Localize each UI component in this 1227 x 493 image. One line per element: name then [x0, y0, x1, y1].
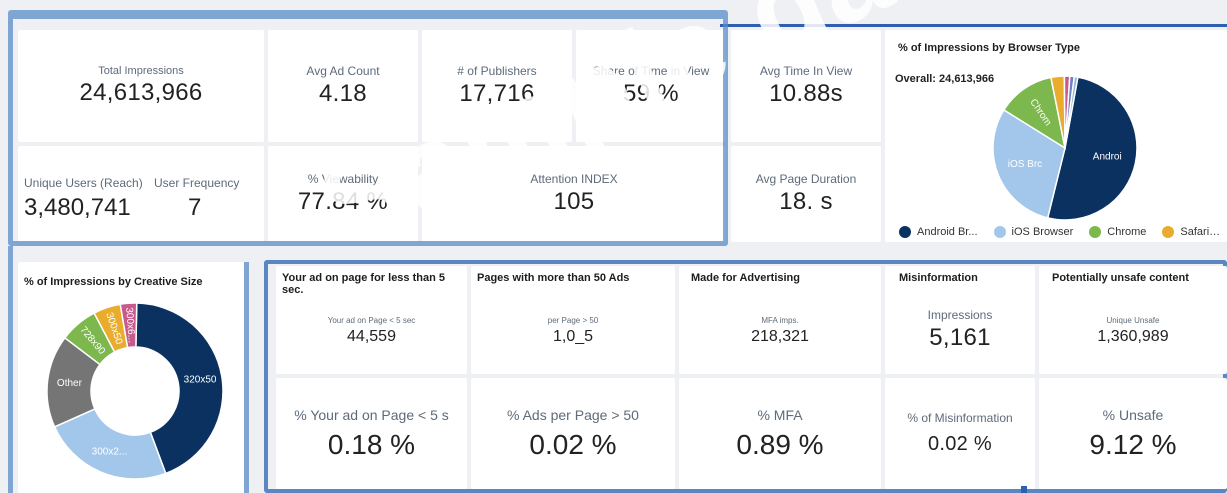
- legend-label: iOS Browser: [1011, 226, 1074, 238]
- card-small-label: per Page > 50: [547, 316, 599, 325]
- kpi-label: User Frequency: [154, 176, 240, 190]
- pct-label: % MFA: [757, 406, 803, 423]
- browser-legend: Android Br... iOS Browser Chrome Safari…: [899, 226, 1220, 238]
- pct-value: 9.12 %: [1089, 428, 1177, 460]
- kpi-avg-ad-count: Avg Ad Count 4.18: [268, 30, 418, 142]
- legend-label: Safari…: [1180, 226, 1221, 238]
- pct-value: 0.18 %: [327, 428, 416, 460]
- kpi-label: Total Impressions: [98, 65, 184, 77]
- pct-value: 0.02 %: [927, 433, 993, 455]
- kpi-attention-index: Attention INDEX 105: [422, 146, 726, 242]
- legend-dot: [899, 226, 911, 238]
- creative-donut-slice-label: Other: [57, 378, 83, 389]
- kpi-label: Avg Page Duration: [755, 172, 857, 186]
- bottom-card-misinformation: Misinformation Impressions 5,161: [885, 266, 1035, 374]
- frame-accent: [244, 262, 249, 493]
- legend-dot: [1162, 226, 1175, 238]
- kpi-label: # of Publishers: [457, 64, 537, 78]
- kpi-share-time-in-view: Share of Time in View 59 %: [576, 30, 726, 142]
- pct-label: % of Misinformation: [907, 411, 1013, 425]
- kpi-label: Share of Time in View: [592, 64, 710, 78]
- browser-pie-slice-label: Androi: [1093, 152, 1122, 163]
- kpi-value: 77.84 %: [297, 188, 389, 215]
- card-body: MFA imps. 218,321: [679, 316, 881, 346]
- kpi-value: 10.88s: [769, 80, 843, 107]
- card-body: Your ad on Page < 5 sec 44,559: [276, 316, 467, 346]
- kpi-value: 24,613,966: [79, 79, 203, 106]
- kpi-value: 105: [553, 188, 595, 215]
- creative-donut-slice-label: 300x2...: [92, 447, 128, 458]
- kpi-value: 7: [188, 194, 202, 221]
- pct-label: % Your ad on Page < 5 s: [294, 406, 449, 423]
- pct-value: 0.89 %: [736, 428, 824, 460]
- card-body: Unique Unsafe 1,360,989: [1039, 316, 1227, 346]
- card-small-label: Your ad on Page < 5 sec: [327, 316, 416, 325]
- kpi-label: % Viewability: [307, 172, 379, 186]
- legend-dot: [1089, 226, 1102, 238]
- kpi-label: Attention INDEX: [530, 172, 618, 186]
- kpi-value: 18. s: [779, 188, 833, 215]
- legend-item[interactable]: Safari…: [1162, 226, 1220, 238]
- pct-card-pages-over-50-ads: % Ads per Page > 50 0.02 %: [471, 378, 675, 489]
- pct-card-misinformation: % of Misinformation 0.02 %: [885, 378, 1035, 489]
- legend-label: Android Br...: [917, 226, 978, 238]
- legend-dot: [993, 226, 1006, 238]
- pct-card-unsafe: % Unsafe 9.12 %: [1039, 378, 1227, 489]
- kpi-publishers: # of Publishers 17,716: [422, 30, 572, 142]
- dashboard: Total Impressions 24,613,966 Avg Ad Coun…: [0, 0, 1227, 493]
- panel-title: % of Impressions by Creative Size: [24, 276, 203, 288]
- card-small-label: MFA imps.: [761, 316, 799, 325]
- card-title: Potentially unsafe content: [1052, 272, 1189, 284]
- creative-size-panel: % of Impressions by Creative Size 320x50…: [18, 262, 244, 493]
- kpi-value: 4.18: [319, 80, 367, 107]
- pct-label: % Ads per Page > 50: [507, 406, 639, 423]
- legend-item[interactable]: iOS Browser: [993, 226, 1074, 238]
- frame-accent: [8, 246, 13, 493]
- card-value: 1,360,989: [1097, 328, 1169, 345]
- browser-pie-chart[interactable]: AndroiiOS BrcChrom: [985, 68, 1145, 228]
- card-value: 1,0_5: [552, 328, 594, 345]
- browser-type-panel: % of Impressions by Browser Type Overall…: [885, 30, 1227, 242]
- card-small-label: Unique Unsafe: [1106, 316, 1160, 325]
- top-accent-line: [720, 24, 1227, 27]
- bottom-card-ad-under-5s: Your ad on page for less than 5 sec. You…: [276, 266, 467, 374]
- bottom-card-unsafe: Potentially unsafe content Unique Unsafe…: [1039, 266, 1227, 374]
- panel-title: % of Impressions by Browser Type: [898, 42, 1080, 54]
- kpi-label: Avg Time In View: [759, 64, 853, 78]
- kpi-total-impressions: Total Impressions 24,613,966: [18, 30, 264, 142]
- legend-item[interactable]: Android Br...: [899, 226, 978, 238]
- legend-item[interactable]: Chrome: [1089, 226, 1146, 238]
- bottom-card-mfa: Made for Advertising MFA imps. 218,321: [679, 266, 881, 374]
- card-title: Your ad on page for less than 5 sec.: [282, 272, 445, 296]
- card-small-label: Impressions: [927, 308, 993, 322]
- pct-card-ad-under-5s: % Your ad on Page < 5 s 0.18 %: [276, 378, 467, 489]
- pct-value: 0.02 %: [529, 428, 617, 460]
- bottom-card-pages-over-50-ads: Pages with more than 50 Ads per Page > 5…: [471, 266, 675, 374]
- card-value: 218,321: [751, 328, 809, 345]
- legend-label: Chrome: [1107, 226, 1147, 238]
- kpi-value: 3,480,741: [24, 194, 131, 221]
- creative-donut-chart[interactable]: 320x50300x2...Other728x90300x50300x6...: [40, 296, 230, 486]
- card-body: Impressions 5,161: [885, 308, 1035, 352]
- small-marker: [1021, 486, 1027, 493]
- kpi-value: 17,716: [459, 80, 535, 107]
- kpi-avg-page-duration: Avg Page Duration 18. s: [731, 146, 881, 242]
- card-value: 5,161: [929, 324, 991, 351]
- browser-pie-slice-label: iOS Brc: [1008, 159, 1042, 170]
- overall-total: Overall: 24,613,966: [895, 73, 995, 85]
- card-title: Made for Advertising: [691, 272, 800, 284]
- card-value: 44,559: [347, 328, 396, 345]
- pct-card-mfa: % MFA 0.89 %: [679, 378, 881, 489]
- pct-label: % Unsafe: [1102, 406, 1164, 423]
- kpi-unique-users: Unique Users (Reach) 3,480,741 User Freq…: [18, 146, 264, 242]
- kpi-value: 59 %: [623, 80, 679, 107]
- card-title: Misinformation: [899, 272, 978, 284]
- kpi-label: Unique Users (Reach): [24, 176, 143, 190]
- creative-donut-slice-label: 320x50: [184, 375, 217, 386]
- kpi-avg-time-in-view: Avg Time In View 10.88s: [731, 30, 881, 142]
- kpi-viewability: % Viewability 77.84 %: [268, 146, 418, 242]
- card-title: Pages with more than 50 Ads: [477, 272, 630, 284]
- kpi-label: Avg Ad Count: [306, 64, 380, 78]
- card-body: per Page > 50 1,0_5: [471, 316, 675, 346]
